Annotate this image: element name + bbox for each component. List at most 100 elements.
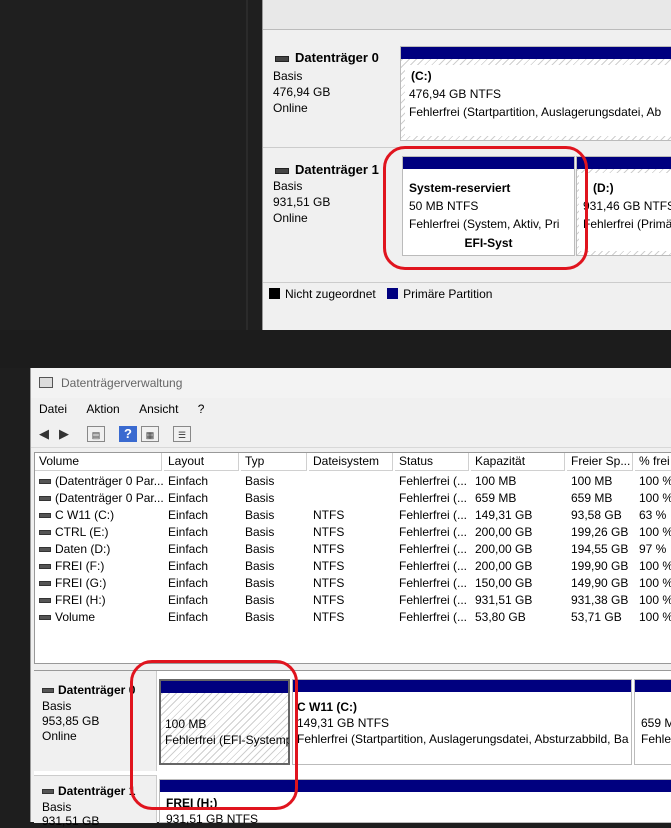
graph-disk1-title: Datenträger 1 [58, 784, 136, 798]
graph-c-partition[interactable]: C W11 (C:) 149,31 GB NTFS Fehlerfrei (St… [292, 679, 632, 765]
disk1-status: Online [273, 211, 308, 225]
disk-icon [275, 55, 289, 62]
table-cell: CTRL (E:) [39, 524, 163, 541]
partition-c-state: Fehlerfrei (Startpartition, Auslagerungs… [409, 105, 662, 119]
graph-recovery-partition[interactable]: 659 M Fehler [634, 679, 671, 765]
table-cell: Basis [245, 593, 275, 607]
disk0-size: 476,94 GB [273, 85, 331, 99]
disk0-status: Online [273, 101, 308, 115]
disk1-title: Datenträger 1 [295, 162, 379, 177]
forward-arrow-icon[interactable]: ▶ [55, 426, 73, 442]
table-cell: FREI (G:) [39, 575, 163, 592]
primary-partition-bar [293, 680, 631, 692]
table-cell: Basis [245, 474, 275, 488]
graph-disk0-status: Online [42, 729, 77, 743]
settings-list-icon[interactable]: ☰ [173, 426, 191, 442]
table-cell: 149,90 GB [571, 576, 629, 590]
disk-management-window: Datenträgerverwaltung Datei Aktion Ansic… [30, 368, 671, 828]
table-cell: Einfach [168, 474, 209, 488]
disk0-partition-c[interactable]: (C:) 476,94 GB NTFS Fehlerfrei (Startpar… [400, 46, 671, 141]
disk0-label-box[interactable]: Datenträger 0 Basis 476,94 GB Online [263, 36, 399, 148]
volume-name: (Datenträger 0 Par... [55, 474, 163, 488]
table-cell: 100 % [639, 576, 671, 590]
rec-size: 659 M [641, 716, 671, 730]
console-tree-icon[interactable]: ▤ [87, 426, 105, 442]
disk1-partition-d[interactable]: (D:) 931,46 GB NTFS Fehlerfrei (Primä [576, 156, 671, 256]
table-cell: 200,00 GB [475, 542, 533, 556]
table-row[interactable]: C W11 (C:) Einfach Basis NTFS Fehlerfrei (..… [35, 507, 671, 524]
table-cell: Fehlerfrei (... [399, 491, 468, 505]
table-row[interactable]: Daten (D:) Einfach Basis NTFS Fehlerfrei (..… [35, 541, 671, 558]
col-typ[interactable]: Typ [241, 453, 307, 471]
volume-name: CTRL (E:) [55, 525, 109, 539]
table-cell: 53,80 GB [475, 610, 526, 624]
table-cell: 931,51 GB [475, 593, 533, 607]
table-cell: 100 % [639, 593, 671, 607]
table-cell: 100 % [639, 491, 671, 505]
table-cell: Basis [245, 559, 275, 573]
table-cell: (Datenträger 0 Par... [39, 490, 163, 507]
table-row[interactable]: FREI (H:) Einfach Basis NTFS Fehlerfrei (...… [35, 592, 671, 609]
table-cell: NTFS [313, 576, 345, 590]
table-cell: Einfach [168, 610, 209, 624]
rec-state: Fehler [641, 732, 671, 746]
table-cell: Basis [245, 525, 275, 539]
table-row[interactable]: Volume Einfach Basis NTFS Fehlerfrei (... 53,… [35, 609, 671, 626]
primary-partition-bar [635, 680, 671, 692]
graph-disk0-type: Basis [42, 699, 72, 713]
table-cell: 150,00 GB [475, 576, 533, 590]
disk1-label-box[interactable]: Datenträger 1 Basis 931,51 GB Online [263, 150, 399, 280]
help-icon[interactable]: ? [119, 426, 137, 442]
menu-help[interactable]: ? [190, 398, 213, 420]
c-state: Fehlerfrei (Startpartition, Auslagerungs… [297, 732, 629, 746]
graph-disk0-size: 953,85 GB [42, 714, 100, 728]
col-prozent-frei[interactable]: % frei [635, 453, 671, 471]
volume-icon [39, 547, 51, 553]
properties-icon[interactable]: ▦ [141, 426, 159, 442]
table-cell: Fehlerfrei (... [399, 525, 468, 539]
col-kapazitaet[interactable]: Kapazität [471, 453, 565, 471]
back-arrow-icon[interactable]: ◀ [35, 426, 53, 442]
table-cell: FREI (F:) [39, 558, 163, 575]
table-row[interactable]: CTRL (E:) Einfach Basis NTFS Fehlerfrei (...… [35, 524, 671, 541]
table-cell: 200,00 GB [475, 559, 533, 573]
table-row[interactable]: (Datenträger 0 Par... Einfach Basis Fehlerf… [35, 490, 671, 507]
table-cell: 97 % [639, 542, 667, 556]
table-cell: 100 MB [571, 474, 613, 488]
table-row[interactable]: FREI (G:) Einfach Basis NTFS Fehlerfrei (...… [35, 575, 671, 592]
background-panel [0, 0, 260, 368]
volume-list[interactable]: Volume Layout Typ Dateisystem Status Kap… [34, 452, 671, 664]
table-cell: 100 % [639, 610, 671, 624]
col-status[interactable]: Status [395, 453, 469, 471]
col-freier-speicher[interactable]: Freier Sp... [567, 453, 633, 471]
volume-icon [39, 513, 51, 519]
h-size: 931,51 GB NTFS [166, 812, 259, 826]
volume-icon [39, 598, 51, 604]
highlight-ring-system-reserved [383, 146, 588, 270]
table-cell: NTFS [313, 610, 345, 624]
table-cell: Fehlerfrei (... [399, 593, 468, 607]
table-cell: 931,38 GB [571, 593, 629, 607]
col-volume[interactable]: Volume [35, 453, 162, 471]
table-cell: 659 MB [475, 491, 517, 505]
table-row[interactable]: (Datenträger 0 Par... Einfach Basis Fehlerf… [35, 473, 671, 490]
c-name: C W11 (C:) [297, 700, 357, 714]
col-dateisystem[interactable]: Dateisystem [309, 453, 393, 471]
table-cell: 200,00 GB [475, 525, 533, 539]
volume-icon [39, 564, 51, 570]
col-layout[interactable]: Layout [164, 453, 239, 471]
table-cell: Basis [245, 610, 275, 624]
table-cell: Fehlerfrei (... [399, 576, 468, 590]
background-divider [246, 0, 248, 368]
table-cell: 659 MB [571, 491, 613, 505]
table-row[interactable]: FREI (F:) Einfach Basis NTFS Fehlerfrei (...… [35, 558, 671, 575]
menu-ansicht[interactable]: Ansicht [131, 398, 186, 420]
table-cell: Fehlerfrei (... [399, 542, 468, 556]
menu-datei[interactable]: Datei [31, 398, 75, 420]
table-cell: 63 % [639, 508, 667, 522]
primary-partition-bar [401, 47, 671, 59]
table-cell: 100 % [639, 525, 671, 539]
menu-aktion[interactable]: Aktion [78, 398, 127, 420]
table-cell: NTFS [313, 525, 345, 539]
volume-name: Daten (D:) [55, 542, 111, 556]
